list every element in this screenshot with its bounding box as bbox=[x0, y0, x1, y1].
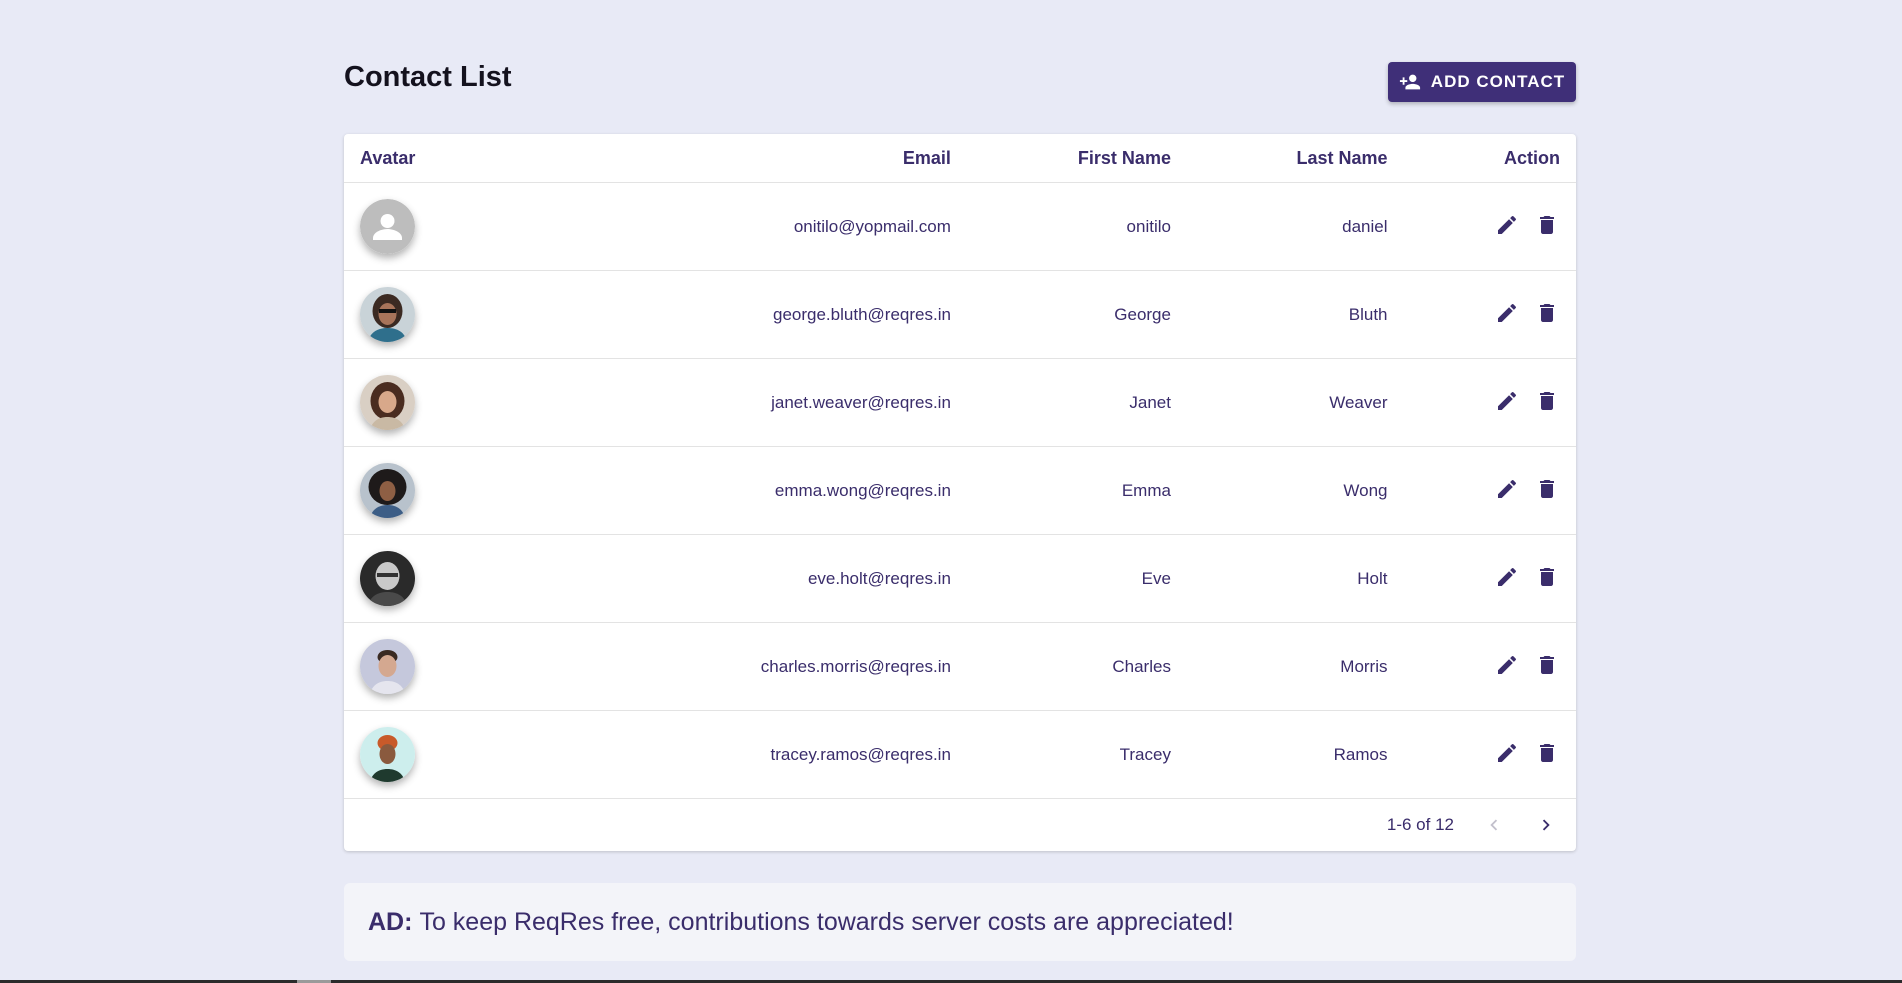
delete-icon[interactable] bbox=[1534, 740, 1560, 766]
last-name-cell: daniel bbox=[1186, 182, 1404, 271]
table-row[interactable]: charles.morris@reqres.in Charles Morris bbox=[344, 622, 1576, 711]
last-name-cell: Wong bbox=[1186, 446, 1404, 535]
avatar-cell bbox=[344, 710, 576, 799]
table-row[interactable]: tracey.ramos@reqres.in Tracey Ramos bbox=[344, 710, 1576, 799]
last-name-cell: Holt bbox=[1186, 534, 1404, 623]
avatar-cell bbox=[344, 358, 576, 447]
first-name-cell: Charles bbox=[966, 622, 1187, 711]
email-cell: george.bluth@reqres.in bbox=[576, 270, 967, 359]
main-container: Contact List ADD CONTACT Avatar Email Fi… bbox=[344, 0, 1576, 961]
table-row[interactable]: emma.wong@reqres.in Emma Wong bbox=[344, 446, 1576, 535]
action-cell bbox=[1403, 270, 1576, 359]
table-row[interactable]: onitilo@yopmail.com onitilo daniel bbox=[344, 182, 1576, 271]
delete-icon[interactable] bbox=[1534, 300, 1560, 326]
avatar-cell bbox=[344, 182, 576, 271]
avatar-cell bbox=[344, 622, 576, 711]
avatar bbox=[360, 727, 415, 782]
first-name-cell: Tracey bbox=[966, 710, 1187, 799]
chevron-right-icon bbox=[1542, 819, 1550, 831]
delete-icon[interactable] bbox=[1534, 388, 1560, 414]
pagination: 1-6 of 12 bbox=[344, 799, 1576, 851]
email-cell: charles.morris@reqres.in bbox=[576, 622, 967, 711]
first-name-cell: George bbox=[966, 270, 1187, 359]
first-name-cell: Eve bbox=[966, 534, 1187, 623]
first-name-cell: Emma bbox=[966, 446, 1187, 535]
email-cell: onitilo@yopmail.com bbox=[576, 182, 967, 271]
person-add-icon bbox=[1399, 74, 1420, 90]
avatar bbox=[360, 375, 415, 430]
first-name-cell: Janet bbox=[966, 358, 1187, 447]
action-cell bbox=[1403, 534, 1576, 623]
avatar bbox=[360, 639, 415, 694]
chevron-left-icon bbox=[1490, 819, 1498, 831]
edit-icon[interactable] bbox=[1494, 476, 1520, 502]
header-last-name: Last Name bbox=[1186, 134, 1404, 183]
avatar bbox=[360, 551, 415, 606]
delete-icon[interactable] bbox=[1534, 564, 1560, 590]
email-cell: tracey.ramos@reqres.in bbox=[576, 710, 967, 799]
avatar-cell bbox=[344, 270, 576, 359]
edit-icon[interactable] bbox=[1494, 740, 1520, 766]
first-name-cell: onitilo bbox=[966, 182, 1187, 271]
action-cell bbox=[1403, 182, 1576, 271]
table-header-row: Avatar Email First Name Last Name Action bbox=[344, 134, 1576, 183]
contacts-table-card: Avatar Email First Name Last Name Action… bbox=[344, 134, 1576, 851]
page-header: Contact List ADD CONTACT bbox=[344, 0, 1576, 134]
page-title: Contact List bbox=[344, 61, 512, 93]
action-cell bbox=[1403, 710, 1576, 799]
next-page-button[interactable] bbox=[1534, 813, 1558, 837]
action-cell bbox=[1403, 446, 1576, 535]
email-cell: emma.wong@reqres.in bbox=[576, 446, 967, 535]
add-contact-button[interactable]: ADD CONTACT bbox=[1388, 62, 1576, 102]
default-avatar bbox=[360, 199, 415, 254]
last-name-cell: Weaver bbox=[1186, 358, 1404, 447]
header-action: Action bbox=[1403, 134, 1576, 183]
table-row[interactable]: janet.weaver@reqres.in Janet Weaver bbox=[344, 358, 1576, 447]
ad-label: AD: bbox=[368, 907, 413, 936]
edit-icon[interactable] bbox=[1494, 564, 1520, 590]
ad-text: To keep ReqRes free, contributions towar… bbox=[419, 907, 1234, 936]
table-row[interactable]: george.bluth@reqres.in George Bluth bbox=[344, 270, 1576, 359]
header-email: Email bbox=[576, 134, 967, 183]
avatar-cell bbox=[344, 534, 576, 623]
edit-icon[interactable] bbox=[1494, 652, 1520, 678]
table-row[interactable]: eve.holt@reqres.in Eve Holt bbox=[344, 534, 1576, 623]
avatar bbox=[360, 287, 415, 342]
last-name-cell: Bluth bbox=[1186, 270, 1404, 359]
delete-icon[interactable] bbox=[1534, 652, 1560, 678]
prev-page-button[interactable] bbox=[1482, 813, 1506, 837]
action-cell bbox=[1403, 358, 1576, 447]
last-name-cell: Morris bbox=[1186, 622, 1404, 711]
email-cell: eve.holt@reqres.in bbox=[576, 534, 967, 623]
contacts-table: Avatar Email First Name Last Name Action… bbox=[344, 134, 1576, 799]
avatar bbox=[360, 463, 415, 518]
header-avatar: Avatar bbox=[344, 134, 576, 183]
last-name-cell: Ramos bbox=[1186, 710, 1404, 799]
add-contact-label: ADD CONTACT bbox=[1430, 72, 1566, 91]
action-cell bbox=[1403, 622, 1576, 711]
ad-banner: AD: To keep ReqRes free, contributions t… bbox=[344, 883, 1576, 961]
header-first-name: First Name bbox=[966, 134, 1187, 183]
edit-icon[interactable] bbox=[1494, 300, 1520, 326]
avatar-cell bbox=[344, 446, 576, 535]
delete-icon[interactable] bbox=[1534, 212, 1560, 238]
email-cell: janet.weaver@reqres.in bbox=[576, 358, 967, 447]
delete-icon[interactable] bbox=[1534, 476, 1560, 502]
pagination-range: 1-6 of 12 bbox=[1386, 815, 1454, 834]
edit-icon[interactable] bbox=[1494, 388, 1520, 414]
edit-icon[interactable] bbox=[1494, 212, 1520, 238]
